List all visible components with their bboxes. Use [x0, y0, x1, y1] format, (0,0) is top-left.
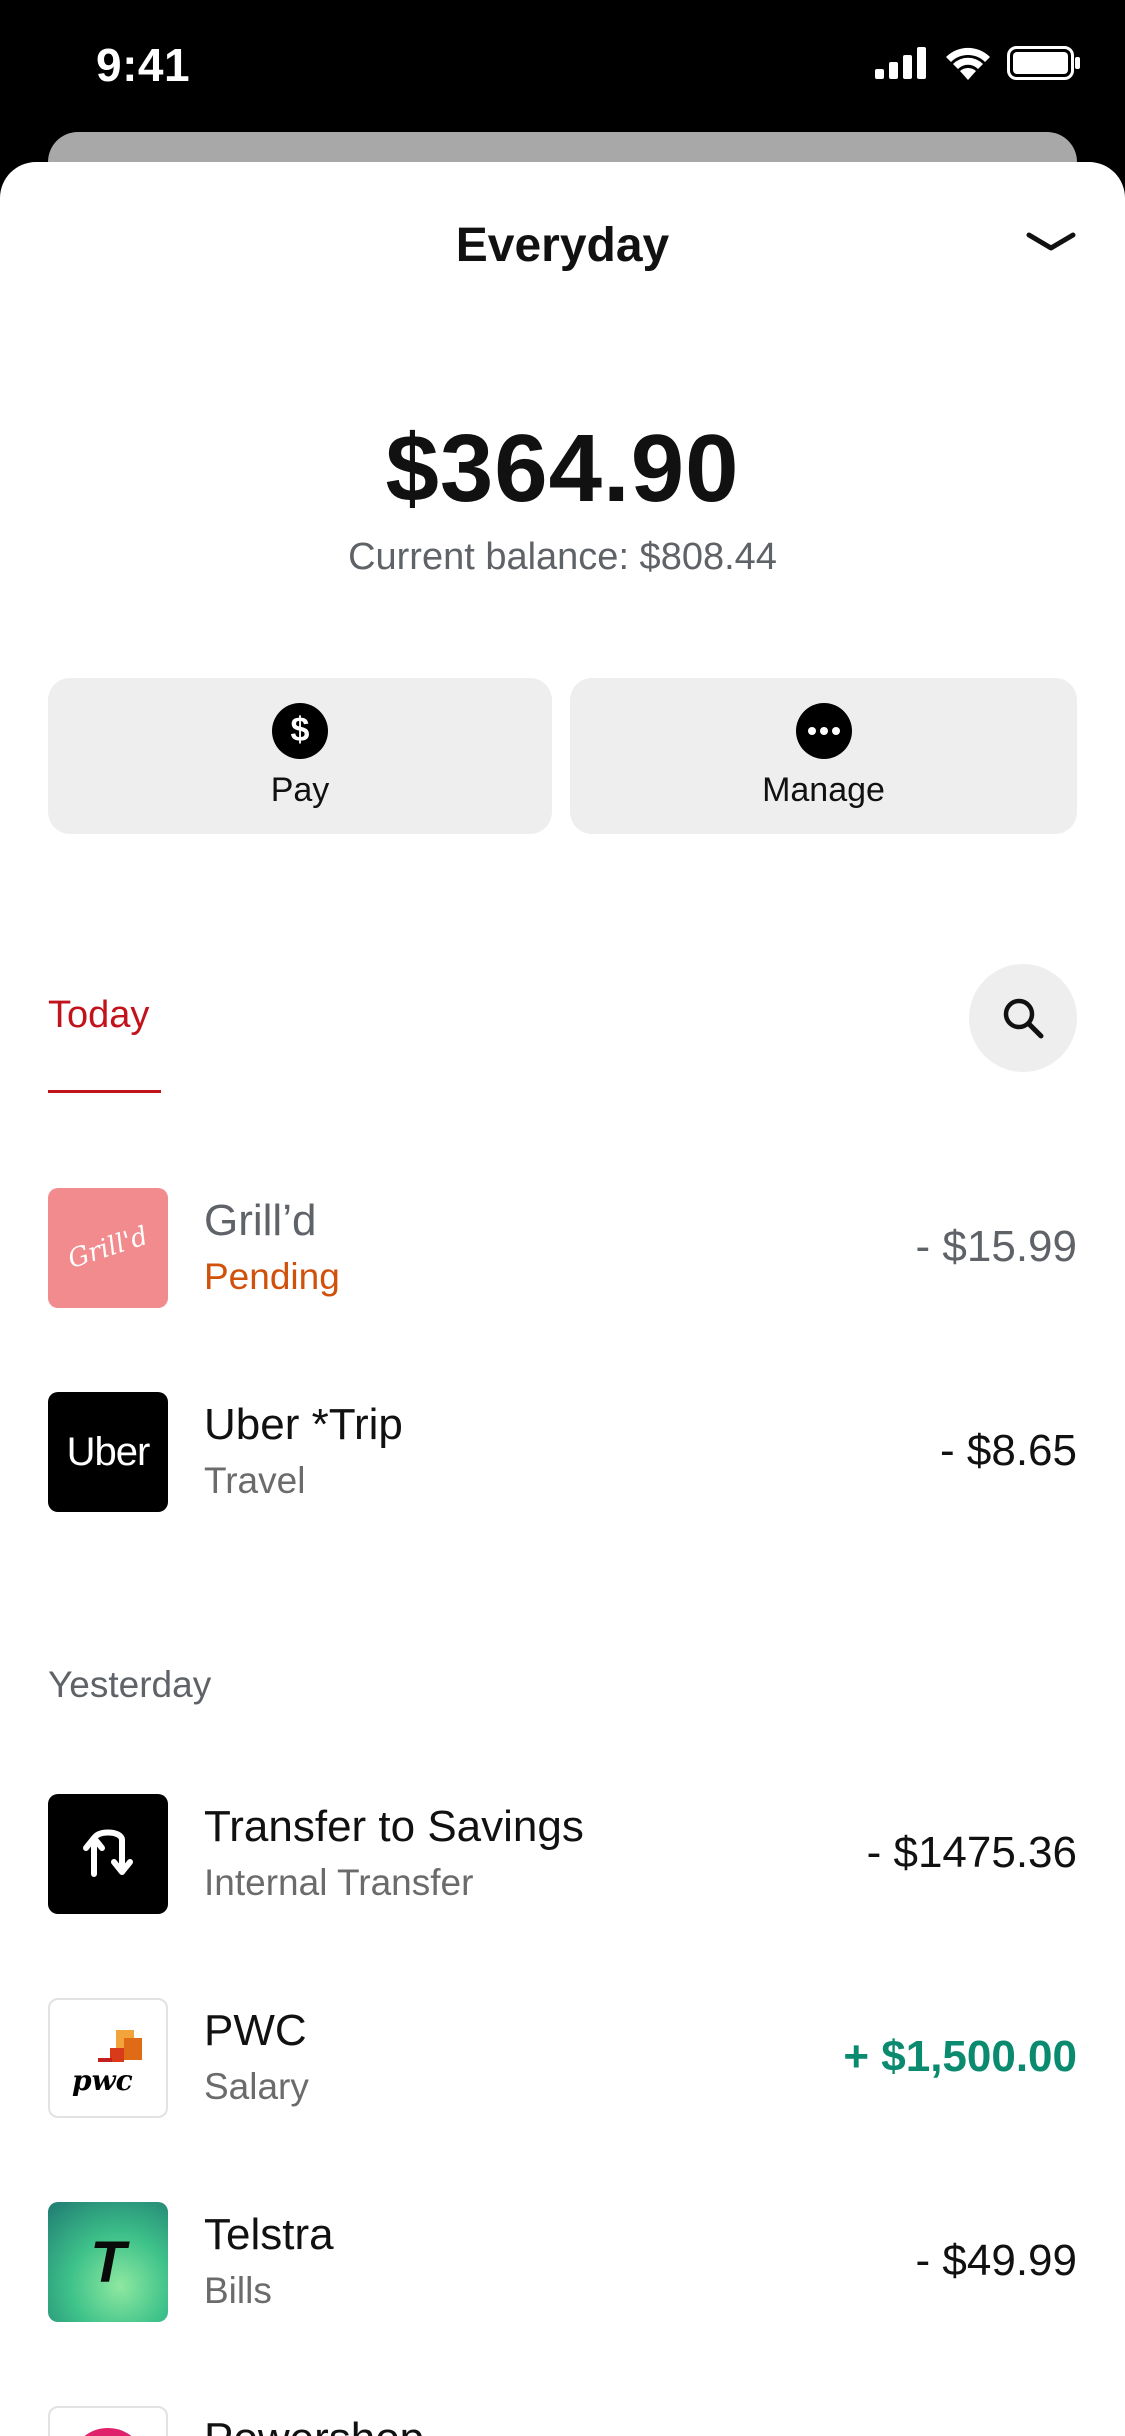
transaction-status: Pending — [204, 1256, 340, 1297]
transaction-row[interactable]: Transfer to Savings Internal Transfer - … — [0, 1794, 1125, 1914]
account-title: Everyday — [455, 219, 670, 272]
powershop-logo — [48, 2406, 168, 2436]
transaction-category: Bills — [204, 2270, 272, 2311]
transaction-category: Internal Transfer — [204, 1862, 474, 1903]
uber-logo: Uber — [48, 1392, 168, 1512]
transfer-icon — [48, 1794, 168, 1914]
transaction-name: Uber *Trip — [204, 1400, 403, 1449]
transaction-amount: - $49.99 — [915, 2236, 1077, 2285]
status-icons — [875, 46, 1081, 80]
tab-today[interactable]: Today — [48, 994, 149, 1037]
available-balance: $364.90 — [385, 415, 740, 522]
dollar-icon: $ — [272, 702, 328, 759]
transaction-name: Telstra — [204, 2210, 334, 2259]
collapse-button[interactable] — [1021, 222, 1081, 262]
manage-button[interactable]: Manage — [570, 678, 1077, 834]
transaction-category: Travel — [204, 1460, 306, 1501]
telstra-logo: T — [48, 2202, 168, 2322]
battery-icon — [1007, 46, 1080, 80]
transaction-name: Powershop — [204, 2414, 424, 2436]
signal-icon — [875, 47, 926, 79]
transaction-name: PWC — [204, 2006, 307, 2055]
transaction-amount: - $1475.36 — [866, 1828, 1077, 1877]
transaction-amount: - $15.99 — [915, 1222, 1077, 1271]
search-button[interactable] — [969, 964, 1077, 1072]
transaction-row[interactable]: Grill'd Grill’d Pending - $15.99 — [0, 1188, 1125, 1308]
pay-label: Pay — [270, 770, 330, 809]
more-icon — [795, 702, 852, 759]
search-icon — [1003, 998, 1044, 1039]
transaction-name: Transfer to Savings — [204, 1802, 584, 1851]
transaction-row[interactable]: Powershop — [0, 2406, 1125, 2436]
pay-button[interactable]: $ Pay — [48, 678, 552, 834]
transaction-row[interactable]: Uber Uber *Trip Travel - $8.65 — [0, 1392, 1125, 1512]
grilld-logo: Grill'd — [48, 1188, 168, 1308]
transaction-row[interactable]: T Telstra Bills - $49.99 — [0, 2202, 1125, 2322]
tab-underline — [48, 1090, 161, 1093]
pwc-logo: pwc — [48, 1998, 168, 2118]
section-yesterday: Yesterday — [48, 1664, 212, 1705]
chevron-down-icon — [1026, 232, 1076, 251]
transaction-row[interactable]: pwc PWC Salary + $1,500.00 — [0, 1998, 1125, 2118]
current-balance: Current balance: $808.44 — [348, 536, 777, 578]
status-time: 9:41 — [96, 39, 191, 91]
transaction-category: Salary — [204, 2066, 309, 2107]
transaction-name: Grill’d — [204, 1196, 317, 1245]
transaction-amount: + $1,500.00 — [843, 2032, 1077, 2081]
transaction-amount: - $8.65 — [940, 1426, 1077, 1475]
status-bar: 9:41 — [0, 0, 1125, 135]
wifi-icon — [946, 47, 990, 80]
manage-label: Manage — [762, 770, 885, 809]
account-sheet: Everyday $364.90 Current balance: $808.4… — [0, 162, 1125, 2436]
